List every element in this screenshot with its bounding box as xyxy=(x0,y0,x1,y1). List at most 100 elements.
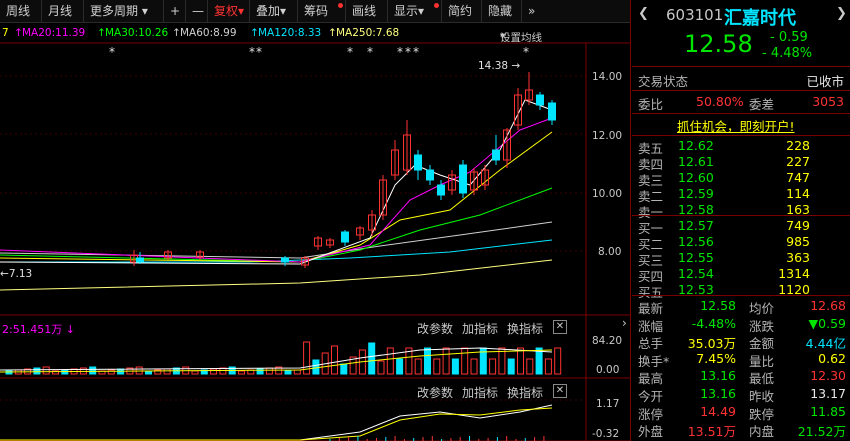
bid-price: 12.56 xyxy=(678,234,714,249)
bid-volume: 1314 xyxy=(778,266,810,281)
ask-volume: 747 xyxy=(786,170,810,185)
ask-row[interactable]: 卖一 12.58 163 xyxy=(638,202,848,220)
ask-row[interactable]: 卖二 12.59 114 xyxy=(638,186,848,204)
prev-stock-icon[interactable]: ❮ xyxy=(638,6,649,21)
price-change: - 0.59 xyxy=(770,30,808,45)
zoom-out-button[interactable]: — xyxy=(186,0,208,22)
stock-code: 603101 xyxy=(666,6,724,24)
chevron-down-icon: ▾ xyxy=(141,4,148,18)
overlay-button[interactable]: 叠加▾ xyxy=(250,0,298,22)
volume-bar xyxy=(265,367,273,375)
ind-axis-label: 1.17 xyxy=(596,398,620,410)
kline-chart[interactable]: * * * * * * * * * xyxy=(0,0,630,441)
vol-swap-indicator-button[interactable]: 换指标 xyxy=(507,320,543,337)
ind-swap-indicator-button[interactable]: 换指标 xyxy=(507,384,543,401)
volume-bar xyxy=(284,370,292,375)
ind-add-indicator-button[interactable]: 加指标 xyxy=(462,384,498,401)
ask-row[interactable]: 卖三 12.60 747 xyxy=(638,170,848,188)
open-account-link[interactable]: 抓住机会，即刻开户! xyxy=(677,116,795,135)
ask-volume: 227 xyxy=(786,154,810,169)
volume-bar xyxy=(191,370,199,375)
stat-value: -4.48% xyxy=(691,315,736,331)
tab-monthly[interactable]: 月线 xyxy=(42,0,84,22)
bid-row[interactable]: 买三 12.55 363 xyxy=(638,250,848,268)
ask-row[interactable]: 卖四 12.61 227 xyxy=(638,154,848,172)
chip-button[interactable]: 筹码 xyxy=(298,0,346,22)
price-axis-label: 10.00 xyxy=(592,188,623,200)
ma5-line xyxy=(0,99,553,265)
ma-legend: 7 ↑ MA20:11.39 ↑ MA30:10.26 ↑ MA60:8.99 … xyxy=(2,27,542,42)
zoom-in-button[interactable]: + xyxy=(164,0,186,22)
draw-line-button[interactable]: 画线 xyxy=(346,0,388,22)
volume-bar xyxy=(517,347,524,375)
next-stock-icon[interactable]: ❯ xyxy=(836,6,847,21)
volume-bar xyxy=(210,368,218,375)
ma20-line xyxy=(0,117,553,263)
weibi-value: 50.80% xyxy=(696,94,744,109)
ma30-value: MA30:10.26 xyxy=(105,27,169,39)
volume-bar xyxy=(507,358,515,375)
vol-params-button[interactable]: 改参数 xyxy=(417,320,453,337)
close-icon[interactable]: ✕ xyxy=(553,320,567,334)
volume-bar xyxy=(414,358,422,375)
ask-row[interactable]: 卖五 12.62 228 xyxy=(638,138,848,156)
stat-label: 跌停 xyxy=(749,406,775,422)
stat-row: 涨幅 -4.48% 涨跌 ▼0.59 xyxy=(638,315,848,334)
stat-label: 最低 xyxy=(749,371,775,387)
ma60-line xyxy=(0,221,553,259)
ma10-value: 7 xyxy=(2,27,9,39)
candle-body xyxy=(459,164,467,194)
stat-value: 12.68 xyxy=(810,298,846,313)
stat-row: 外盘 13.51万 内盘 21.52万 xyxy=(638,421,848,440)
candle-body xyxy=(136,257,144,263)
weicha-value: 3053 xyxy=(812,94,844,109)
close-icon[interactable]: ✕ xyxy=(553,384,567,398)
stat-value: 35.03万 xyxy=(687,336,736,352)
simple-mode-button[interactable]: 简约 xyxy=(442,0,482,22)
bid-row[interactable]: 买一 12.57 749 xyxy=(638,218,848,236)
volume-bar xyxy=(554,347,562,375)
stat-value: 12.58 xyxy=(700,298,736,313)
vol-axis-label: 0.00 xyxy=(596,364,620,376)
more-periods-dropdown[interactable]: 更多周期 ▾ xyxy=(84,0,164,22)
event-marker-icon: * xyxy=(367,45,373,59)
expand-icon[interactable]: » xyxy=(522,0,542,22)
volume-bar xyxy=(424,347,431,375)
bid-price: 12.57 xyxy=(678,218,714,233)
vol-add-indicator-button[interactable]: 加指标 xyxy=(462,320,498,337)
bid-row[interactable]: 买二 12.56 985 xyxy=(638,234,848,252)
ma20-value: MA20:11.39 xyxy=(22,27,86,39)
tab-weekly[interactable]: 周线 xyxy=(0,0,42,22)
low-price-annotation: ←7.13 xyxy=(0,268,33,280)
volume-bar xyxy=(368,342,376,375)
adjust-price-button[interactable]: 复权▾ xyxy=(208,0,250,22)
volume-bar xyxy=(340,363,348,375)
ind-axis-label: -0.32 xyxy=(592,428,620,440)
chevron-down-icon: ▾ xyxy=(238,4,245,18)
bid-row[interactable]: 买五 12.53 1120 xyxy=(638,282,848,300)
weicha-label: 委差 xyxy=(749,97,775,112)
stat-row: 总手 35.03万 金额 4.44亿 xyxy=(638,333,848,352)
candle-body xyxy=(341,231,349,243)
stat-row: 涨停 14.49 跌停 11.85 xyxy=(638,404,848,422)
ind-params-button[interactable]: 改参数 xyxy=(417,384,453,401)
ma250-line xyxy=(0,259,553,291)
high-price-annotation: 14.38 → xyxy=(478,60,521,72)
candle-body xyxy=(414,154,422,171)
hide-button[interactable]: 隐藏 xyxy=(482,0,522,22)
stat-label: 内盘 xyxy=(749,424,775,440)
display-button[interactable]: 显示▾ xyxy=(388,0,442,22)
stat-label: 均价 xyxy=(749,301,775,316)
stat-value: 13.17 xyxy=(810,386,846,401)
volume-bar xyxy=(135,366,143,375)
price-change-pct: - 4.48% xyxy=(762,46,813,61)
bid-row[interactable]: 买四 12.54 1314 xyxy=(638,266,848,284)
candle-body xyxy=(492,149,500,161)
volume-bar xyxy=(107,369,115,375)
ask-price: 12.61 xyxy=(678,154,714,169)
collapse-panel-icon[interactable]: › xyxy=(622,316,630,334)
vol-axis-label: 84.20 xyxy=(592,335,623,347)
volume-bar xyxy=(163,368,171,375)
stat-row: 最新 12.58 均价 12.68 xyxy=(638,298,848,316)
current-price: 12.58 xyxy=(684,30,753,58)
